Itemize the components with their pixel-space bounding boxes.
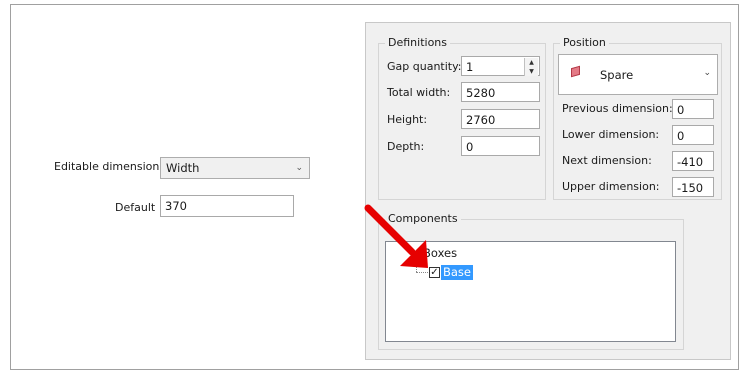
- lower-dimension-label: Lower dimension:: [562, 128, 660, 141]
- lower-dimension-input[interactable]: 0: [672, 125, 714, 145]
- editable-dimension-value: Width: [166, 161, 200, 175]
- gap-quantity-label: Gap quantity:: [387, 60, 462, 73]
- previous-dimension-label: Previous dimension:: [562, 102, 673, 115]
- position-selected-value: Spare: [600, 68, 634, 82]
- depth-label: Depth:: [387, 140, 425, 153]
- gap-quantity-value: 1: [466, 60, 474, 74]
- annotation-arrow-icon: [364, 204, 428, 268]
- chevron-down-icon: ⌄: [295, 163, 303, 173]
- height-input[interactable]: 2760: [461, 109, 540, 129]
- upper-dimension-input[interactable]: -150: [672, 177, 714, 197]
- position-group: Position Spare ⌄ Previous dimension: 0 L…: [553, 36, 722, 200]
- depth-input[interactable]: 0: [461, 136, 540, 156]
- next-dimension-input[interactable]: -410: [672, 151, 714, 171]
- definitions-group: Definitions Gap quantity: 1 ▲ ▼ Total wi…: [378, 36, 546, 200]
- total-width-input[interactable]: 5280: [461, 82, 540, 102]
- spin-down-icon[interactable]: ▼: [525, 67, 538, 76]
- spin-up-icon[interactable]: ▲: [525, 58, 538, 67]
- chevron-down-icon: ⌄: [703, 68, 711, 78]
- total-width-label: Total width:: [387, 86, 451, 99]
- tree-item-base[interactable]: Base: [441, 265, 474, 280]
- default-label: Default: [115, 201, 156, 214]
- upper-dimension-label: Upper dimension:: [562, 180, 660, 193]
- spin-buttons[interactable]: ▲ ▼: [524, 58, 538, 76]
- previous-dimension-input[interactable]: 0: [672, 99, 714, 119]
- position-title: Position: [560, 36, 609, 50]
- height-label: Height:: [387, 113, 428, 126]
- next-dimension-label: Next dimension:: [562, 154, 652, 167]
- editable-dimension-select[interactable]: Width ⌄: [160, 157, 310, 179]
- properties-panel: Definitions Gap quantity: 1 ▲ ▼ Total wi…: [365, 22, 731, 360]
- position-select[interactable]: Spare ⌄: [558, 54, 718, 95]
- cube-icon: [571, 65, 580, 78]
- definitions-title: Definitions: [385, 36, 450, 50]
- editable-dimension-label: Editable dimension: [54, 160, 160, 173]
- default-input[interactable]: 370: [160, 195, 294, 217]
- gap-quantity-stepper[interactable]: 1 ▲ ▼: [461, 56, 540, 76]
